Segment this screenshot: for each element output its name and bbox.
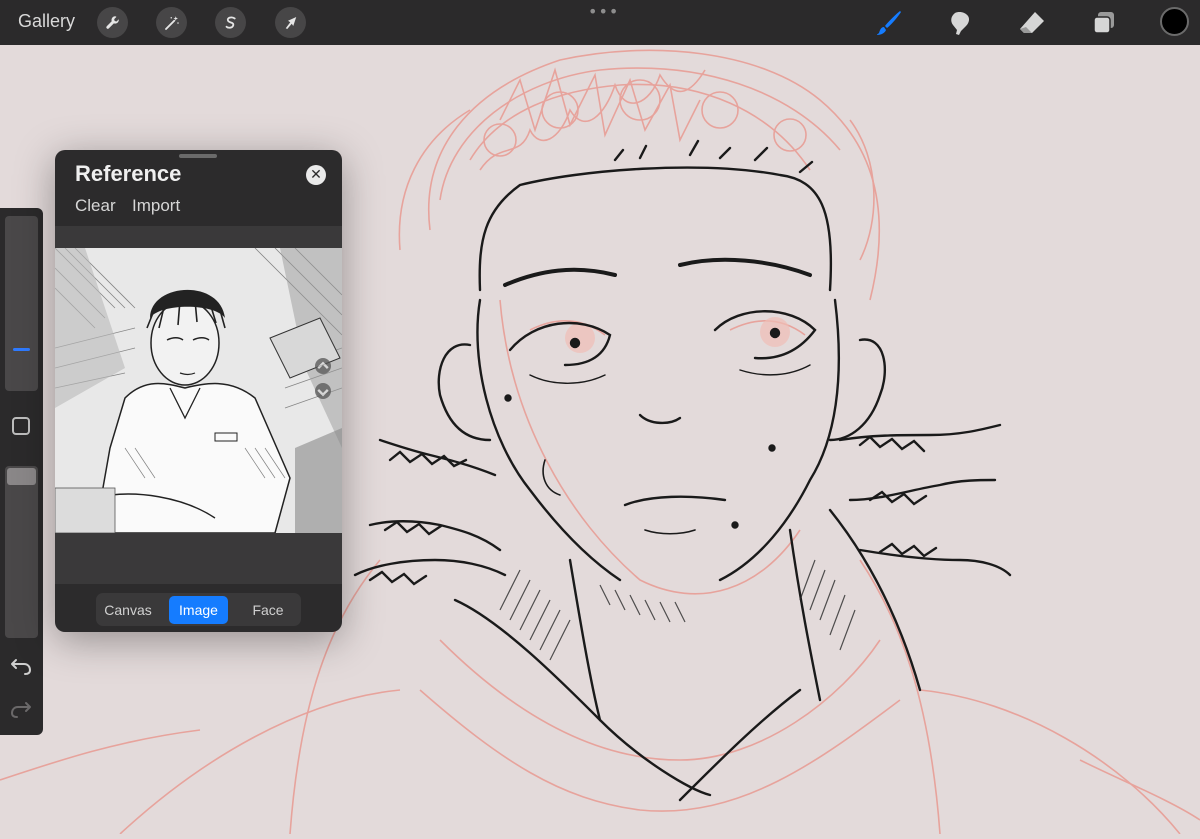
top-toolbar: Gallery ••• [0,0,1200,45]
opacity-thumb[interactable] [7,468,36,485]
brush-size-slider[interactable] [5,216,38,391]
layers-icon [1093,12,1114,34]
color-picker-button[interactable] [1160,7,1189,36]
selection-s-icon [225,16,236,29]
close-icon[interactable]: ✕ [306,165,326,185]
reference-mode-tabs: Canvas Image Face [96,593,301,626]
adjustments-button[interactable] [156,7,187,38]
panel-drag-handle[interactable] [179,154,217,158]
panel-title: Reference [75,161,182,186]
tab-face[interactable]: Face [240,596,296,624]
eraser-tool-button[interactable] [1017,8,1047,38]
clear-button[interactable]: Clear [75,196,116,216]
scroll-down-icon[interactable] [315,383,331,399]
transform-button[interactable] [275,7,306,38]
brush-icon [877,11,901,35]
brush-size-thumb[interactable] [7,341,36,358]
reference-image-area [55,226,342,584]
arrow-cursor-icon [285,16,296,29]
gallery-button[interactable]: Gallery [18,11,75,32]
wrench-icon [105,15,119,29]
eraser-icon [1020,12,1044,33]
actions-button[interactable] [97,7,128,38]
reference-image[interactable] [55,248,342,533]
layers-button[interactable] [1089,8,1119,38]
opacity-slider[interactable] [5,466,38,638]
smudge-tool-button[interactable] [946,8,976,38]
selection-button[interactable] [215,7,246,38]
modify-button[interactable] [12,417,30,435]
magic-wand-icon [164,15,179,30]
manga-reference-illustration [55,248,342,533]
redo-icon[interactable] [9,699,33,719]
tab-canvas[interactable]: Canvas [100,596,156,624]
more-options-handle[interactable]: ••• [588,2,619,21]
brush-size-indicator [13,348,30,351]
left-sidebar [0,208,43,735]
reference-panel: Reference ✕ Clear Import Canvas Image Fa… [55,150,342,632]
import-button[interactable]: Import [132,196,180,216]
smudge-icon [951,12,970,35]
paint-tool-button[interactable] [874,8,904,38]
tab-image[interactable]: Image [169,596,228,624]
undo-icon[interactable] [9,656,33,676]
